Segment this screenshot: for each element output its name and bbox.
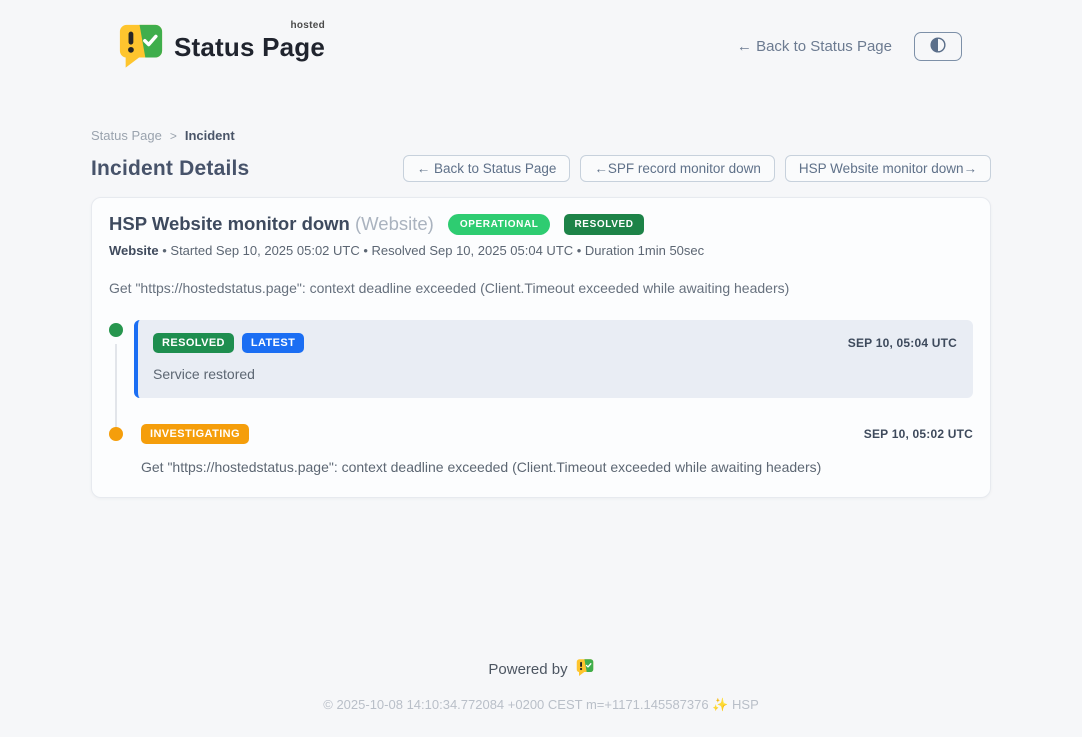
timeline-entry-resolved: RESOLVED LATEST SEP 10, 05:04 UTC Servic… (109, 320, 973, 398)
incident-card: HSP Website monitor down (Website) OPERA… (91, 197, 991, 498)
incident-meta-component: Website (109, 243, 159, 258)
timeline-dot-resolved (109, 323, 123, 337)
header-right: ← Back to Status Page (737, 32, 962, 61)
timeline-entry-box: RESOLVED LATEST SEP 10, 05:04 UTC Servic… (134, 320, 973, 398)
incident-timeline: RESOLVED LATEST SEP 10, 05:04 UTC Servic… (109, 320, 973, 475)
incident-title-row: HSP Website monitor down (Website) OPERA… (109, 213, 973, 235)
header-back-to-status-page-link[interactable]: ← Back to Status Page (737, 38, 892, 55)
powered-by-label: Powered by (488, 661, 567, 678)
investigating-badge: INVESTIGATING (141, 424, 249, 444)
breadcrumb-incident: Incident (185, 128, 235, 143)
powered-by: Powered by (488, 658, 593, 681)
timeline-timestamp: SEP 10, 05:02 UTC (864, 427, 973, 441)
resolved-badge: RESOLVED (153, 333, 234, 353)
incident-meta: Website • Started Sep 10, 2025 05:02 UTC… (109, 243, 973, 258)
header: hosted Status Page ← Back to Status Page (0, 0, 1082, 76)
breadcrumb: Status Page > Incident (91, 128, 991, 143)
half-circle-theme-icon (929, 36, 947, 57)
title-row: Incident Details ← Back to Status Page ←… (91, 155, 991, 182)
status-page-logo-icon (118, 22, 164, 70)
next-incident-button[interactable]: HSP Website monitor down→ (785, 155, 991, 182)
incident-meta-details: • Started Sep 10, 2025 05:02 UTC • Resol… (162, 243, 704, 258)
app-logo: hosted Status Page (118, 22, 325, 70)
page-title: Incident Details (91, 157, 249, 181)
incident-description: Get "https://hostedstatus.page": context… (109, 280, 973, 296)
resolved-status-badge: RESOLVED (564, 214, 643, 235)
theme-toggle-button[interactable] (914, 32, 962, 61)
latest-badge: LATEST (242, 333, 304, 353)
timeline-message: Service restored (153, 366, 957, 382)
timeline-timestamp: SEP 10, 05:04 UTC (848, 336, 957, 350)
timeline-message: Get "https://hostedstatus.page": context… (141, 459, 973, 475)
prev-incident-button[interactable]: ←SPF record monitor down (580, 155, 775, 182)
operational-status-badge: OPERATIONAL (448, 214, 551, 235)
incident-title: HSP Website monitor down (Website) (109, 213, 434, 235)
main-content: Status Page > Incident Incident Details … (91, 76, 991, 498)
logo-brand-text: Status Page (174, 32, 325, 62)
logo-hosted-label: hosted (290, 20, 325, 31)
status-page-mini-logo-icon (576, 658, 594, 681)
timeline-dot-investigating (109, 427, 123, 441)
footer: Powered by © 2025-10-08 14:10:34.772084 … (0, 658, 1082, 737)
incident-nav-buttons: ← Back to Status Page ←SPF record monito… (403, 155, 991, 182)
incident-name: HSP Website monitor down (109, 213, 350, 234)
incident-component: (Website) (355, 213, 434, 234)
breadcrumb-status-page[interactable]: Status Page (91, 128, 162, 143)
copyright-line: © 2025-10-08 14:10:34.772084 +0200 CEST … (0, 697, 1082, 713)
timeline-entry-investigating: INVESTIGATING SEP 10, 05:02 UTC Get "htt… (109, 424, 973, 475)
breadcrumb-separator: > (170, 129, 177, 143)
back-to-status-page-button[interactable]: ← Back to Status Page (403, 155, 571, 182)
